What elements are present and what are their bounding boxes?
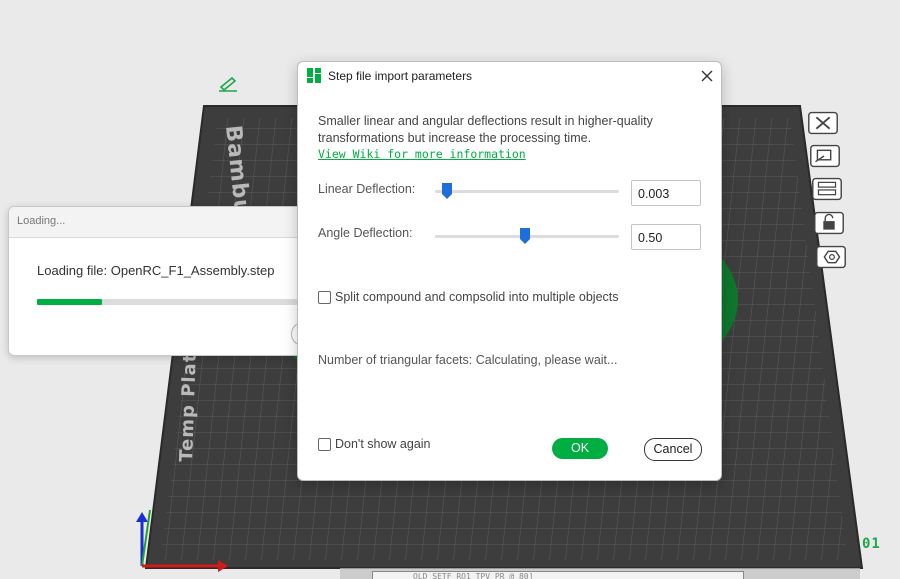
dont-show-again-checkbox[interactable]: Don't show again xyxy=(318,437,431,451)
bambu-logo-icon xyxy=(307,68,321,83)
cancel-button[interactable]: Cancel xyxy=(644,438,702,461)
step-description: Smaller linear and angular deflections r… xyxy=(318,114,653,145)
angle-deflection-input[interactable]: 0.50 xyxy=(631,224,701,250)
layers-icon[interactable] xyxy=(809,177,845,201)
facets-status: Number of triangular facets: Calculating… xyxy=(318,353,618,367)
plate-type-text: Temp Plate xyxy=(176,339,201,462)
loading-progress-bar xyxy=(37,299,297,305)
loading-dialog: Loading... Loading file: OpenRC_F1_Assem… xyxy=(8,206,330,356)
linear-deflection-input[interactable]: 0.003 xyxy=(631,180,701,206)
split-compound-checkbox[interactable]: Split compound and compsolid into multip… xyxy=(318,290,619,304)
linear-deflection-slider[interactable] xyxy=(435,183,619,199)
plate-number: 01 xyxy=(862,536,881,552)
step-import-dialog: Step file import parameters Smaller line… xyxy=(297,61,722,481)
arrange-icon[interactable] xyxy=(807,144,843,168)
slicer-window: Bambu Smo Temp Plate 01 OLD SETF RO1 TPV… xyxy=(0,0,900,579)
loading-progress-fill xyxy=(37,299,102,305)
angle-deflection-label: Angle Deflection: xyxy=(318,226,413,240)
pencil-icon[interactable] xyxy=(217,75,239,93)
linear-deflection-thumb[interactable] xyxy=(441,183,452,199)
dont-show-again-label: Don't show again xyxy=(335,437,431,451)
dont-show-again-checkbox-box[interactable] xyxy=(318,437,331,451)
lock-icon[interactable] xyxy=(811,211,847,235)
loading-dialog-title: Loading... xyxy=(9,207,329,238)
hexagon-icon[interactable] xyxy=(813,245,849,269)
angle-deflection-thumb[interactable] xyxy=(520,228,531,244)
status-strip-text: OLD SETF RO1 TPV PR @ 80] xyxy=(372,571,744,579)
step-dialog-title: Step file import parameters xyxy=(328,69,473,83)
close-x-icon[interactable] xyxy=(805,111,841,135)
wiki-link[interactable]: View Wiki for more information xyxy=(318,147,526,161)
loading-message: Loading file: OpenRC_F1_Assembly.step xyxy=(37,263,275,278)
split-compound-label: Split compound and compsolid into multip… xyxy=(335,290,619,304)
ok-button[interactable]: OK xyxy=(552,438,608,459)
close-icon[interactable] xyxy=(698,67,716,85)
angle-deflection-slider[interactable] xyxy=(435,228,619,244)
split-compound-checkbox-box[interactable] xyxy=(318,290,331,304)
step-dialog-titlebar: Step file import parameters xyxy=(298,62,721,90)
linear-deflection-label: Linear Deflection: xyxy=(318,182,416,196)
status-strip: OLD SETF RO1 TPV PR @ 80] xyxy=(340,568,860,579)
